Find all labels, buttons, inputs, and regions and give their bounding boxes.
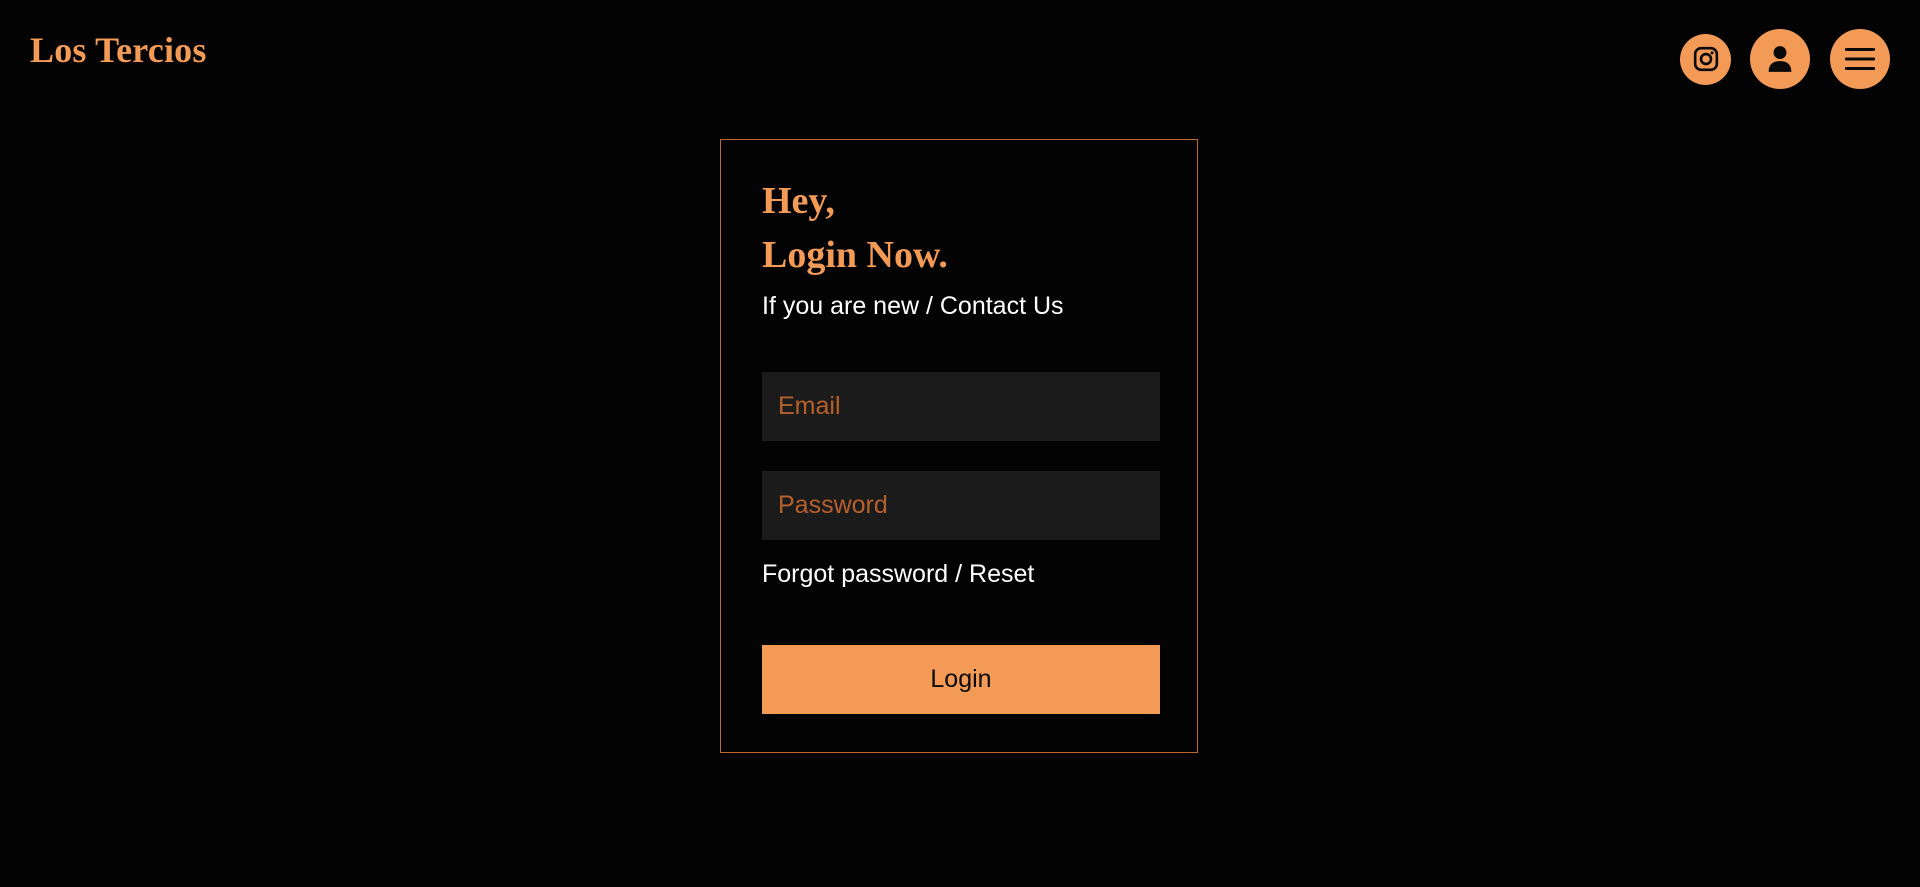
login-heading: Hey, Login Now. — [762, 174, 948, 282]
new-user-prompt: If you are new / Contact Us — [762, 291, 1064, 321]
contact-us-link[interactable]: Contact Us — [940, 292, 1064, 320]
header-actions — [1680, 29, 1890, 89]
menu-icon — [1845, 48, 1875, 70]
new-user-label: If you are new / — [762, 292, 940, 320]
reset-link[interactable]: Reset — [969, 560, 1034, 588]
instagram-icon — [1693, 46, 1718, 72]
menu-button[interactable] — [1830, 29, 1890, 89]
password-field[interactable] — [762, 471, 1160, 540]
heading-title: Login Now. — [762, 234, 948, 276]
user-icon — [1768, 46, 1792, 72]
heading-greeting: Hey, — [762, 180, 835, 222]
login-card: Hey, Login Now. If you are new / Contact… — [720, 139, 1198, 753]
login-button[interactable]: Login — [762, 645, 1160, 714]
account-button[interactable] — [1750, 29, 1810, 89]
forgot-password-label: Forgot password / — [762, 560, 970, 588]
instagram-button[interactable] — [1680, 33, 1731, 85]
forgot-password-prompt: Forgot password / Reset — [762, 559, 1034, 589]
site-logo[interactable]: Los Tercios — [30, 27, 207, 73]
email-field[interactable] — [762, 372, 1160, 441]
